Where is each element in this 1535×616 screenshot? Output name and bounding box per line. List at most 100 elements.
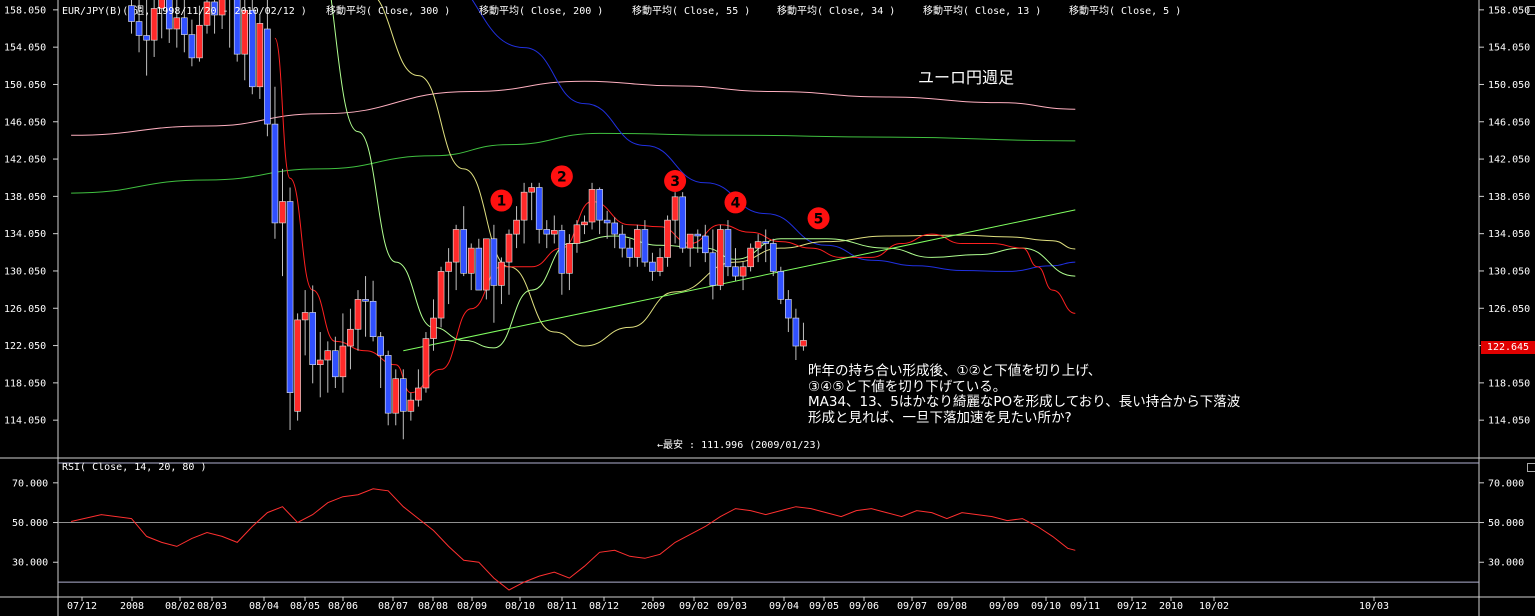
candle-body <box>256 23 264 88</box>
moving-averages <box>71 0 1076 394</box>
x-label: 08/12 <box>589 601 619 612</box>
x-label: 08/07 <box>378 601 408 612</box>
candle-body <box>498 261 505 286</box>
candle-body <box>573 224 581 244</box>
header-ma5: 移動平均( Close, 5 ) <box>1069 4 1181 17</box>
candle-body <box>513 219 520 235</box>
x-label: 09/08 <box>937 601 967 612</box>
y-label-left: 150.050 <box>4 80 46 91</box>
candle-body <box>475 247 483 291</box>
x-label: 08/08 <box>418 601 448 612</box>
header-ma34: 移動平均( Close, 34 ) <box>777 4 895 17</box>
candle-body <box>399 378 407 412</box>
y-axis-right: 158.050 154.050 150.050 146.050 142.050 138.0… <box>1479 5 1530 569</box>
candle-body <box>550 230 558 235</box>
candle-body <box>747 247 754 268</box>
candle-body <box>483 238 490 291</box>
candle-body <box>717 229 724 286</box>
candle-body <box>354 299 362 330</box>
low-annotation: ←最安 : 111.996 (2009/01/23) <box>657 438 822 451</box>
x-label: 09/12 <box>1117 601 1147 612</box>
ma-line-ma13 <box>330 0 1076 349</box>
rsi-label-right: 50.000 <box>1488 518 1524 529</box>
scroll-handle-rsi[interactable] <box>1527 463 1535 472</box>
candle-body <box>792 317 800 347</box>
x-label: 09/03 <box>717 601 747 612</box>
candle-body <box>754 241 762 249</box>
candle-body <box>415 387 422 401</box>
y-label-right: 138.050 <box>1488 192 1530 203</box>
y-label-left: 126.050 <box>4 304 46 315</box>
candle-body <box>347 328 354 347</box>
x-label: 08/11 <box>547 601 577 612</box>
y-label-left: 154.050 <box>4 43 46 54</box>
note-line-3: MA34、13、5はかなり綺麗なPOを形成しており、長い持合から下落波 <box>808 394 1241 410</box>
candle-body <box>316 359 324 365</box>
candle-body <box>520 191 528 221</box>
chart-frame <box>0 0 1535 616</box>
rsi-panel <box>70 488 1076 591</box>
candle-body <box>279 201 286 224</box>
candle-body <box>324 350 332 361</box>
y-label-right: 158.050 <box>1488 5 1530 16</box>
candle-body <box>566 243 573 274</box>
candle-body <box>445 261 452 272</box>
chart-canvas: 158.050 154.050 150.050 146.050 142.050 138.0… <box>0 0 1535 616</box>
candle-body <box>430 317 437 339</box>
candle-body <box>301 312 309 321</box>
candle-body <box>181 17 188 35</box>
candle-body <box>369 300 377 338</box>
candle-body <box>384 355 392 414</box>
x-label: 08/05 <box>290 601 320 612</box>
x-label: 09/10 <box>1031 601 1061 612</box>
candle-body <box>460 229 468 274</box>
candle-body <box>596 189 603 221</box>
wave-marker-label-2: 2 <box>557 169 567 185</box>
candle-body <box>581 221 588 226</box>
x-label: 08/10 <box>505 601 535 612</box>
ma-line-ma34 <box>377 0 1076 347</box>
candle-body <box>762 241 770 244</box>
candle-body <box>709 252 717 286</box>
candle-body <box>671 196 679 221</box>
rsi-label-right: 30.000 <box>1488 558 1524 569</box>
candle-body <box>505 233 513 263</box>
candle-body <box>664 219 671 258</box>
analysis-note: 昨年の持ち合い形成後、①②と下値を切り上げ、 ③④⑤と下値を切り下げている。 M… <box>808 363 1368 426</box>
y-label-left: 158.050 <box>4 5 46 16</box>
scroll-handle-top[interactable] <box>1527 6 1535 15</box>
candle-body <box>785 299 792 319</box>
candle-body <box>196 24 203 59</box>
y-label-right: 126.050 <box>1488 304 1530 315</box>
wave-marker-label-5: 5 <box>814 211 824 227</box>
candle-body <box>535 187 543 230</box>
candle-body <box>286 201 294 393</box>
candle-body <box>739 266 747 277</box>
header-ma300: 移動平均( Close, 300 ) <box>326 4 450 17</box>
y-label-left: 130.050 <box>4 266 46 277</box>
x-label: 09/07 <box>897 601 927 612</box>
candle-body <box>173 17 181 30</box>
candle-body <box>332 350 339 378</box>
candle-body <box>634 229 641 258</box>
candle-body <box>694 233 702 237</box>
candle-body <box>800 340 807 347</box>
candle-body <box>452 229 460 263</box>
candle-body <box>528 187 535 193</box>
note-line-4: 形成と見れば、一旦下落加速を見たい所か? <box>808 409 1072 426</box>
x-label: 08/02 <box>165 601 195 612</box>
x-label: 2008 <box>120 601 144 612</box>
y-label-right: 154.050 <box>1488 43 1530 54</box>
candle-body <box>467 247 475 274</box>
candle-body <box>724 229 732 268</box>
note-line-2: ③④⑤と下値を切り下げている。 <box>808 378 1007 395</box>
x-label: 2009 <box>641 601 665 612</box>
x-label: 09/06 <box>849 601 879 612</box>
header-ma200: 移動平均( Close, 200 ) <box>479 4 603 17</box>
candle-body <box>294 319 301 412</box>
candle-body <box>769 243 777 272</box>
x-axis: 07/12 2008 08/02 08/03 08/04 08/05 08/06 08/07 0… <box>67 597 1389 612</box>
x-label: 09/02 <box>679 601 709 612</box>
rsi-label-left: 70.000 <box>12 478 48 489</box>
x-label: 08/03 <box>197 601 227 612</box>
